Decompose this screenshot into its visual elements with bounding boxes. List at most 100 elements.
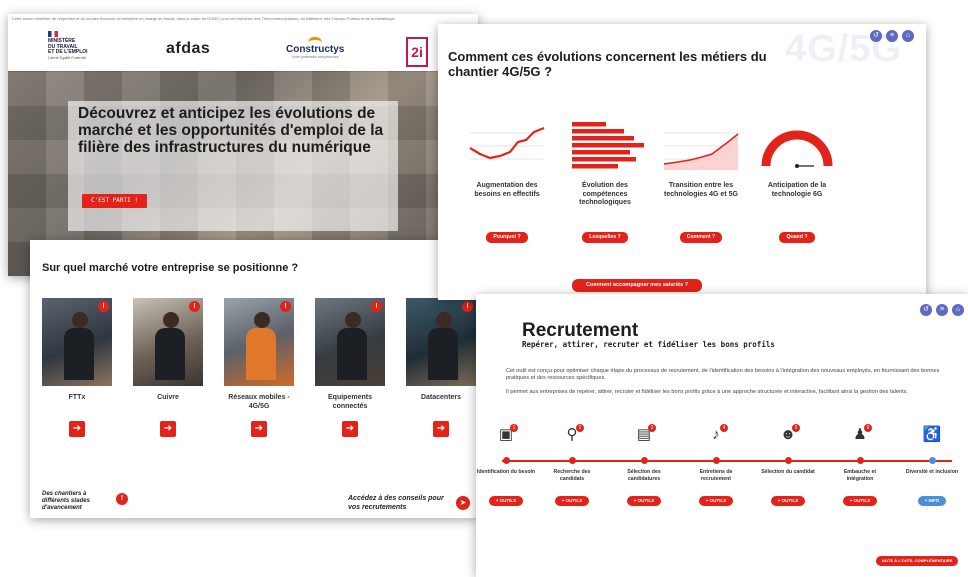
worker-head bbox=[436, 312, 452, 328]
recruitment-title: Recrutement bbox=[522, 320, 639, 341]
construction-stages-note: Des chantiers à différents stades d'avan… bbox=[42, 491, 90, 511]
worker-photo: ! bbox=[133, 298, 203, 386]
worker-body bbox=[155, 328, 185, 380]
tools-button[interactable]: + OUTILS bbox=[770, 496, 806, 506]
step-number: 6 bbox=[864, 424, 872, 432]
nav-icons: ↺ ≡ ⌂ bbox=[870, 30, 914, 42]
area-chart-svg bbox=[663, 132, 739, 170]
arrow-right-icon[interactable]: ➔ bbox=[342, 421, 358, 437]
step-diversity: ♿ Diversité et inclusion + INFO bbox=[902, 424, 962, 507]
constructys-arc-icon bbox=[308, 37, 323, 43]
menu-icon[interactable]: ≡ bbox=[886, 30, 898, 42]
market-label: Réseaux mobiles - 4G/5G bbox=[228, 394, 290, 410]
worker-body bbox=[337, 328, 367, 380]
bar bbox=[572, 157, 636, 162]
tools-button[interactable]: + OUTILS bbox=[626, 496, 662, 506]
constructys-logo: Constructys Votre partenaire compétences bbox=[286, 37, 344, 59]
step-selection: ☻ 5 Sélection du candidat + OUTILS bbox=[758, 424, 818, 507]
gauge-pivot bbox=[795, 164, 799, 168]
gauge-arc bbox=[761, 130, 833, 167]
market-card-fttx[interactable]: ! FTTx ➔ bbox=[42, 298, 112, 437]
bar bbox=[572, 122, 606, 127]
worker-photo: ! bbox=[224, 298, 294, 386]
tools-button[interactable]: + OUTILS bbox=[698, 496, 734, 506]
support-employees-button[interactable]: Comment accompagner mes salariés ? bbox=[572, 279, 703, 292]
worker-head bbox=[163, 312, 179, 328]
card-caption: Anticipation de la technologie 6G bbox=[767, 182, 827, 198]
landing-screen: Cette action bénéficie de l'expertise et… bbox=[8, 14, 478, 276]
home-icon[interactable]: ⌂ bbox=[902, 30, 914, 42]
afdas-wordmark: afdas bbox=[166, 40, 211, 57]
timeline-dot bbox=[784, 457, 792, 464]
step-screening: ▤ 3 Sélection des candidatures + OUTILS bbox=[614, 424, 674, 507]
step-number: 5 bbox=[792, 424, 800, 432]
nav-icons: ↺ ≡ ⌂ bbox=[920, 304, 964, 316]
market-card-reseaux-mobiles[interactable]: ! Réseaux mobiles - 4G/5G ➔ bbox=[224, 298, 294, 437]
partner-logos: MINISTÈRE DU TRAVAIL ET DE L'EMPLOI Libe… bbox=[8, 23, 478, 71]
card-4g-5g-transition: Transition entre les technologies 4G et … bbox=[658, 120, 744, 243]
market-card-equipements[interactable]: ! Equipements connectés ➔ bbox=[315, 298, 385, 437]
step-number: 2 bbox=[576, 424, 584, 432]
ministry-line: ET DE L'EMPLOI bbox=[48, 49, 88, 55]
worker-head bbox=[345, 312, 361, 328]
home-icon[interactable]: ⌂ bbox=[952, 304, 964, 316]
back-icon[interactable]: ↺ bbox=[870, 30, 882, 42]
info-badge[interactable]: ! bbox=[189, 301, 200, 312]
market-card-cuivre[interactable]: ! Cuivre ➔ bbox=[133, 298, 203, 437]
arrow-right-icon[interactable]: ➔ bbox=[160, 421, 176, 437]
constructys-tagline: Votre partenaire compétences bbox=[291, 55, 339, 59]
market-label: Datacenters bbox=[420, 394, 462, 401]
documents-icon: ▤ 3 bbox=[614, 424, 674, 446]
tools-button[interactable]: + OUTILS bbox=[842, 496, 878, 506]
why-button[interactable]: Pourquoi ? bbox=[486, 232, 528, 243]
step-label: Sélection des candidatures bbox=[627, 469, 661, 482]
recruitment-advice-link[interactable]: Accédez à des conseils pour vos recrutem… bbox=[348, 494, 452, 512]
market-card-datacenters[interactable]: ! Datacenters ➔ bbox=[406, 298, 476, 437]
send-icon[interactable]: ➤ bbox=[456, 496, 470, 510]
line-chart-svg bbox=[469, 126, 545, 160]
worker-photo: ! bbox=[42, 298, 112, 386]
market-label: Equipements connectés bbox=[328, 394, 372, 410]
stages-info-badge[interactable]: ! bbox=[116, 493, 128, 505]
step-label: Sélection du candidat bbox=[761, 469, 815, 475]
worker-photo: ! bbox=[406, 298, 476, 386]
area-chart-icon bbox=[662, 120, 740, 172]
timeline-dot bbox=[928, 457, 936, 464]
arrow-right-icon[interactable]: ➔ bbox=[69, 421, 85, 437]
tools-button[interactable]: + OUTILS bbox=[488, 496, 524, 506]
market-screen: Sur quel marché votre entreprise se posi… bbox=[30, 240, 478, 518]
ministry-logo: MINISTÈRE DU TRAVAIL ET DE L'EMPLOI Libe… bbox=[48, 31, 88, 61]
recruitment-subtitle: Repérer, attirer, recruter et fidéliser … bbox=[522, 340, 775, 349]
how-button[interactable]: Comment ? bbox=[679, 232, 723, 243]
worker-head bbox=[254, 312, 270, 328]
tools-button[interactable]: + OUTILS bbox=[554, 496, 590, 506]
arrow-right-icon[interactable]: ➔ bbox=[433, 421, 449, 437]
french-flag-icon bbox=[48, 31, 58, 37]
info-badge[interactable]: ! bbox=[98, 301, 109, 312]
timeline-dot bbox=[712, 457, 720, 464]
area-fill bbox=[664, 134, 738, 170]
evolutions-screen: 4G/5G ↺ ≡ ⌂ Comment ces évolutions conce… bbox=[438, 24, 926, 300]
when-button[interactable]: Quand ? bbox=[779, 232, 815, 243]
step-number: 3 bbox=[648, 424, 656, 432]
step-search: ⚲ 2 Recherche des candidats + OUTILS bbox=[542, 424, 602, 507]
info-badge[interactable]: ! bbox=[280, 301, 291, 312]
info-badge[interactable]: ! bbox=[371, 301, 382, 312]
timeline-dot bbox=[856, 457, 864, 464]
menu-icon[interactable]: ≡ bbox=[936, 304, 948, 316]
search-person-icon: ⚲ 2 bbox=[542, 424, 602, 446]
card-caption: Évolution des compétences technologiques bbox=[579, 182, 631, 206]
info-badge[interactable]: ! bbox=[462, 301, 473, 312]
bar-chart-icon bbox=[566, 120, 644, 172]
info-button[interactable]: + INFO bbox=[917, 496, 947, 506]
back-icon[interactable]: ↺ bbox=[920, 304, 932, 316]
step-number: 4 bbox=[720, 424, 728, 432]
which-button[interactable]: Lesquelles ? bbox=[582, 232, 628, 243]
step-label: Identification du besoin bbox=[476, 469, 536, 475]
arrow-right-icon[interactable]: ➔ bbox=[251, 421, 267, 437]
intro-paragraph: Cet outil est conçu pour optimiser chaqu… bbox=[506, 368, 940, 381]
complementary-tool-button[interactable]: NOTE À L'OUTIL COMPLÉMENTAIRE bbox=[876, 556, 959, 566]
start-button[interactable]: C'EST PARTI ! bbox=[82, 194, 147, 208]
worker-body bbox=[428, 328, 458, 380]
brand-2i-logo: 2i bbox=[406, 37, 428, 67]
